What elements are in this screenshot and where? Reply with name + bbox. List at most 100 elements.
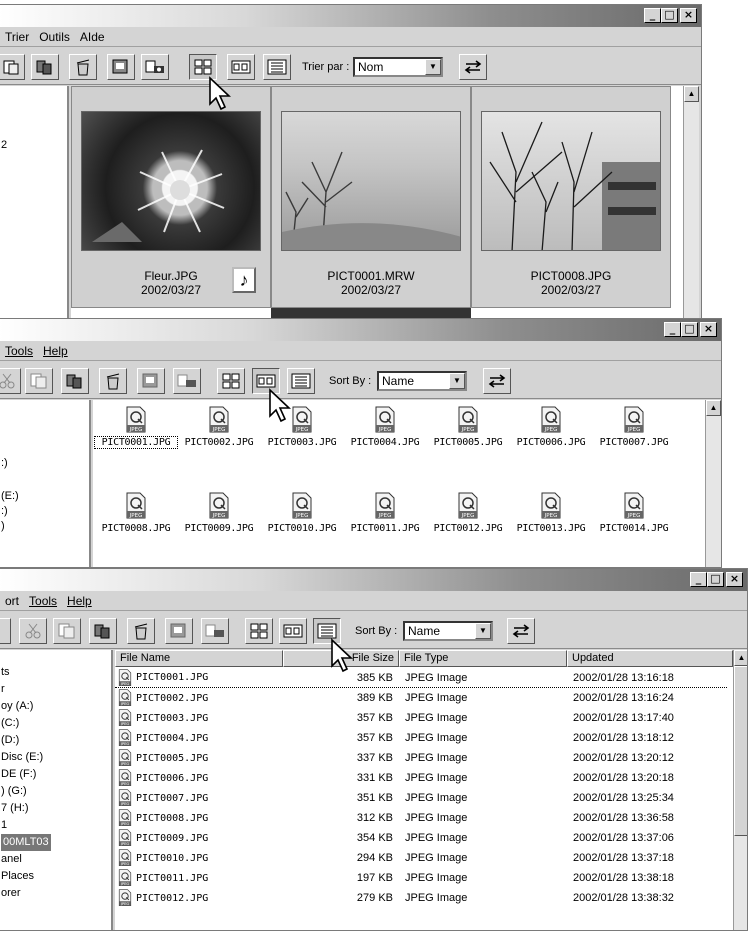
- chevron-down-icon[interactable]: ▼: [449, 373, 465, 389]
- tree-item[interactable]: anel: [0, 851, 111, 868]
- table-row[interactable]: JPEG PICT0012.JPG 279 KB JPEG Image 2002/01/…: [115, 888, 727, 908]
- maximize-button[interactable]: □: [661, 8, 678, 23]
- tree-item[interactable]: orer: [0, 885, 111, 902]
- sort-order-button[interactable]: [507, 618, 535, 644]
- sort-select[interactable]: Nom ▼: [353, 57, 443, 77]
- thumbnail-view-button[interactable]: [217, 368, 245, 394]
- file-icon-item[interactable]: JPEG PICT0010.JPG: [261, 492, 343, 534]
- menu-help[interactable]: Help: [67, 594, 92, 608]
- chevron-down-icon[interactable]: ▼: [425, 59, 441, 75]
- tree-item[interactable]: oy (A:): [0, 698, 111, 715]
- tree-item[interactable]: (D:): [0, 732, 111, 749]
- scroll-up-icon[interactable]: ▲: [706, 400, 721, 416]
- column-updated[interactable]: Updated: [567, 650, 733, 667]
- chevron-down-icon[interactable]: ▼: [475, 623, 491, 639]
- tree-item[interactable]: (C:): [0, 715, 111, 732]
- delete-button[interactable]: [69, 54, 97, 80]
- scroll-thumb[interactable]: [734, 666, 747, 836]
- scroll-up-icon[interactable]: ▲: [734, 650, 747, 666]
- sort-order-button[interactable]: [459, 54, 487, 80]
- file-icon-item[interactable]: JPEG PICT0001.JPG: [94, 406, 178, 449]
- column-file-type[interactable]: File Type: [399, 650, 567, 667]
- menu-trier[interactable]: Trier: [5, 30, 29, 44]
- vertical-scrollbar[interactable]: ▲: [705, 400, 721, 567]
- close-button[interactable]: ×: [726, 572, 743, 587]
- paste-button[interactable]: [0, 54, 25, 80]
- close-button[interactable]: ×: [700, 322, 717, 337]
- delete-button[interactable]: [99, 368, 127, 394]
- close-button[interactable]: ×: [680, 8, 697, 23]
- table-row[interactable]: JPEG PICT0003.JPG 357 KB JPEG Image 2002/01/…: [115, 708, 727, 728]
- move-button[interactable]: [61, 368, 89, 394]
- thumbnail-cell[interactable]: PICT0008.JPG 2002/03/27: [471, 86, 671, 308]
- delete-button[interactable]: [127, 618, 155, 644]
- folder-tree[interactable]: ts r oy (A:) (C:) (D:) Disc (E:) DE (F:)) (G:)…: [0, 650, 113, 930]
- tree-item[interactable]: r: [0, 681, 111, 698]
- audio-note-button[interactable]: ♪: [232, 267, 256, 293]
- file-icon-item[interactable]: JPEG PICT0013.JPG: [510, 492, 592, 534]
- file-icon-item[interactable]: JPEG PICT0014.JPG: [593, 492, 675, 534]
- tree-item[interactable]: (E:): [0, 489, 89, 504]
- thumbnail-cell[interactable]: PICT0001.MRW 2002/03/27: [271, 86, 471, 308]
- tree-item[interactable]: ts: [0, 664, 111, 681]
- import-button[interactable]: [137, 368, 165, 394]
- minimize-button[interactable]: _: [690, 572, 707, 587]
- file-icon-item[interactable]: JPEG PICT0002.JPG: [178, 406, 260, 448]
- new-folder-button[interactable]: [0, 618, 11, 644]
- file-icon-item[interactable]: JPEG PICT0012.JPG: [427, 492, 509, 534]
- sort-select[interactable]: Name ▼: [377, 371, 467, 391]
- folder-tree[interactable]: :) (E:) :) ): [0, 400, 91, 567]
- cut-button[interactable]: [19, 618, 47, 644]
- vertical-scrollbar[interactable]: ▲: [683, 86, 699, 333]
- tree-item[interactable]: 2: [0, 138, 67, 153]
- tree-item[interactable]: 00MLT03: [0, 834, 111, 851]
- table-row[interactable]: JPEG PICT0001.JPG 385 KB JPEG Image 2002/01/…: [115, 668, 727, 688]
- table-row[interactable]: JPEG PICT0010.JPG 294 KB JPEG Image 2002/01/…: [115, 848, 727, 868]
- tree-item[interactable]: ): [0, 519, 89, 534]
- minimize-button[interactable]: _: [664, 322, 681, 337]
- menu-tools[interactable]: Tools: [29, 594, 57, 608]
- scroll-up-icon[interactable]: ▲: [684, 86, 699, 102]
- tree-item[interactable]: 1: [0, 817, 111, 834]
- tree-item[interactable]: ) (G:): [0, 783, 111, 800]
- table-row[interactable]: JPEG PICT0007.JPG 351 KB JPEG Image 2002/01/…: [115, 788, 727, 808]
- menu-aide[interactable]: AIde: [80, 30, 105, 44]
- file-icon-item[interactable]: JPEG PICT0006.JPG: [510, 406, 592, 448]
- tree-item[interactable]: Places: [0, 868, 111, 885]
- thumbnail-area[interactable]: Fleur.JPG 2002/03/27 ♪ PICT0001.MRW 2002…: [71, 86, 683, 333]
- file-icon-item[interactable]: JPEG PICT0009.JPG: [178, 492, 260, 534]
- table-row[interactable]: JPEG PICT0008.JPG 312 KB JPEG Image 2002/01/…: [115, 808, 727, 828]
- thumbnail-cell[interactable]: Fleur.JPG 2002/03/27 ♪: [71, 86, 271, 308]
- minimize-button[interactable]: _: [644, 8, 661, 23]
- table-row[interactable]: JPEG PICT0011.JPG 197 KB JPEG Image 2002/01/…: [115, 868, 727, 888]
- import-button[interactable]: [107, 54, 135, 80]
- sort-order-button[interactable]: [483, 368, 511, 394]
- table-row[interactable]: JPEG PICT0009.JPG 354 KB JPEG Image 2002/01/…: [115, 828, 727, 848]
- folder-tree[interactable]: 2: [0, 86, 69, 333]
- table-row[interactable]: JPEG PICT0006.JPG 331 KB JPEG Image 2002/01/…: [115, 768, 727, 788]
- camera-button[interactable]: [173, 368, 201, 394]
- camera-button[interactable]: [201, 618, 229, 644]
- icon-view-button[interactable]: [279, 618, 307, 644]
- file-icon-item[interactable]: JPEG PICT0008.JPG: [95, 492, 177, 534]
- maximize-button[interactable]: □: [707, 572, 724, 587]
- import-button[interactable]: [165, 618, 193, 644]
- tree-item[interactable]: :): [0, 456, 89, 471]
- table-row[interactable]: JPEG PICT0004.JPG 357 KB JPEG Image 2002/01/…: [115, 728, 727, 748]
- title-bar[interactable]: _ □ ×: [0, 319, 721, 341]
- table-row[interactable]: JPEG PICT0002.JPG 389 KB JPEG Image 2002/01/…: [115, 688, 727, 708]
- list-view-button[interactable]: [263, 54, 291, 80]
- cut-button[interactable]: [0, 368, 21, 394]
- move-button[interactable]: [89, 618, 117, 644]
- tree-item[interactable]: :): [0, 504, 89, 519]
- maximize-button[interactable]: □: [681, 322, 698, 337]
- table-row[interactable]: JPEG PICT0005.JPG 337 KB JPEG Image 2002/01/…: [115, 748, 727, 768]
- file-icon-item[interactable]: JPEG PICT0005.JPG: [427, 406, 509, 448]
- icon-area[interactable]: JPEG PICT0001.JPG JPEG PICT0002.JPG JPEG PICT…: [93, 400, 705, 567]
- vertical-scrollbar[interactable]: ▲: [733, 650, 747, 930]
- menu-tools[interactable]: Tools: [5, 344, 33, 358]
- copy-button[interactable]: [25, 368, 53, 394]
- file-list[interactable]: File Name File Size File Type Updated JP…: [115, 650, 733, 930]
- tree-item[interactable]: DE (F:): [0, 766, 111, 783]
- title-bar[interactable]: _ □ ×: [0, 5, 701, 27]
